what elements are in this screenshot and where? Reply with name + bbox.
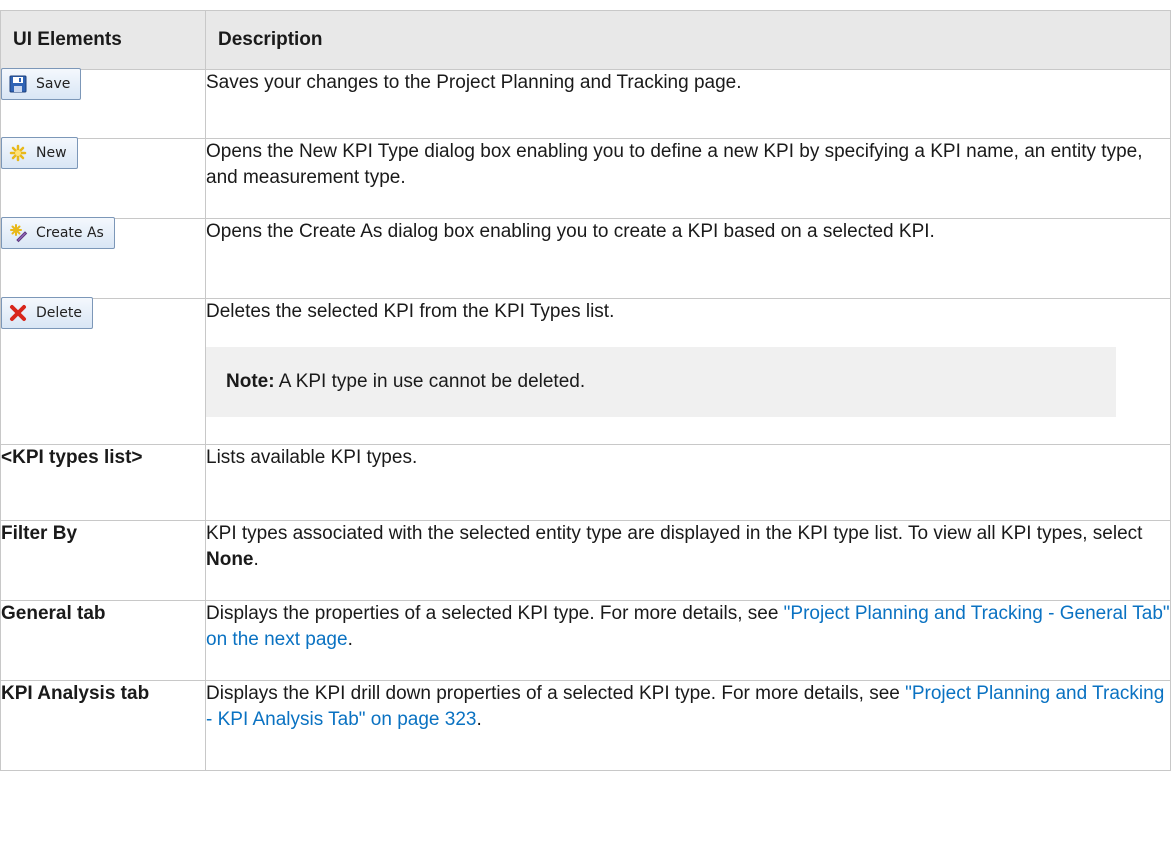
table-row: KPI Analysis tab Displays the KPI drill … [0,680,1171,771]
delete-button[interactable]: Delete [1,297,93,329]
ui-element-label: General tab [0,600,206,681]
ui-element-cell: Delete [0,297,206,445]
description-end: . [253,549,259,570]
ui-element-cell: Save [0,68,206,139]
ui-elements-table: UI Elements Description Save Saves your … [0,10,1171,771]
description-text: KPI types associated with the selected e… [206,523,1143,544]
header-ui-elements: UI Elements [0,10,206,70]
ui-element-label: Filter By [0,520,206,601]
ui-element-cell: New [0,137,206,219]
ui-element-label: <KPI types list> [0,444,206,521]
create-as-icon [10,224,28,243]
description-end: . [476,709,482,730]
description-text: Displays the KPI drill down properties o… [206,683,906,704]
delete-icon [10,305,26,321]
table-row: Save Saves your changes to the Project P… [0,68,1171,139]
ui-element-label: KPI Analysis tab [0,680,206,771]
description-cell: Deletes the selected KPI from the KPI Ty… [205,298,1171,445]
note-text: A KPI type in use cannot be deleted. [274,371,586,392]
table-row: <KPI types list> Lists available KPI typ… [0,444,1171,521]
table-row: Create As Opens the Create As dialog box… [0,217,1171,299]
description-cell: Displays the properties of a selected KP… [205,600,1171,681]
save-icon [9,75,27,93]
table-row: Filter By KPI types associated with the … [0,520,1171,601]
table-row: New Opens the New KPI Type dialog box en… [0,137,1171,219]
table-row: Delete Deletes the selected KPI from the… [0,297,1171,445]
table-row: General tab Displays the properties of a… [0,600,1171,681]
new-button-label: New [36,145,67,161]
description-text: Deletes the selected KPI from the KPI Ty… [206,301,615,322]
header-description: Description [205,10,1171,70]
description-end: . [347,629,353,650]
table-header-row: UI Elements Description [0,10,1171,70]
save-button[interactable]: Save [1,68,82,100]
description-cell: KPI types associated with the selected e… [205,520,1171,601]
new-icon [9,144,27,162]
description-cell: Displays the KPI drill down properties o… [205,680,1171,771]
ui-element-cell: Create As [0,217,206,299]
delete-button-label: Delete [36,305,82,321]
note-box: Note: A KPI type in use cannot be delete… [206,347,1116,417]
create-as-button-label: Create As [36,225,104,241]
description-cell: Saves your changes to the Project Planni… [205,69,1171,139]
description-cell: Opens the Create As dialog box enabling … [205,218,1171,299]
description-cell: Opens the New KPI Type dialog box enabli… [205,138,1171,219]
save-button-label: Save [36,76,71,92]
description-bold: None [206,549,254,570]
create-as-button[interactable]: Create As [1,217,115,249]
description-cell: Lists available KPI types. [205,444,1171,521]
description-text: Displays the properties of a selected KP… [206,603,784,624]
note-label: Note: [226,371,275,392]
new-button[interactable]: New [1,137,78,169]
